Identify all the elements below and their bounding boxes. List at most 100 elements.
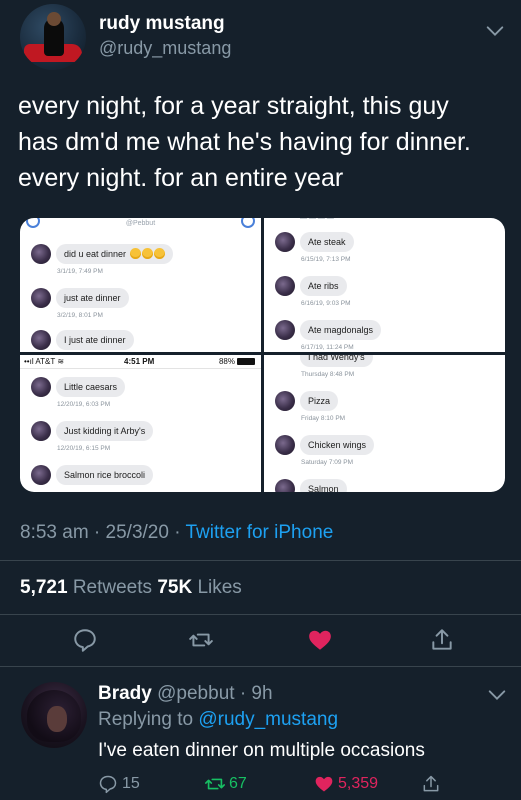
message-bubble: Chicken wings [300, 435, 375, 455]
chevron-down-icon[interactable] [484, 20, 506, 42]
sender-avatar [31, 465, 51, 485]
chat-message: Chicken wings [264, 435, 505, 457]
message-bubble: did u eat dinner [56, 244, 173, 264]
chat-message: Ate ribs [264, 276, 505, 298]
message-bubble: Little caesars [56, 377, 126, 397]
retweet-icon[interactable] [188, 627, 214, 653]
reply-retweet-count: 67 [229, 775, 247, 792]
author-handle[interactable]: @rudy_mustang [99, 38, 231, 59]
message-bubble: Ate steak [300, 232, 354, 252]
sender-avatar [275, 276, 295, 296]
message-time: Saturday 7:09 PM [301, 459, 354, 466]
screenshot-bottom-right[interactable]: I had Wendy's Thursday 8:48 PM Pizza Fri… [264, 355, 505, 492]
screenshot-top-right[interactable]: — — — — Ate steak 6/15/19, 7:13 PM Ate r… [264, 218, 505, 352]
message-time: 3/1/19, 7:49 PM [57, 268, 103, 275]
wifi-icon: ≋ [57, 357, 65, 366]
tweet-text-line: every night, for a year straight, this g… [18, 92, 449, 120]
chat-message: Ate steak [264, 232, 505, 254]
screenshot-bottom-left[interactable]: ••ıl AT&T ≋ 4:51 PM 88% Little caesars 1… [20, 355, 261, 492]
reply-author[interactable]: Brady @pebbut · 9h [98, 683, 273, 705]
sender-avatar [31, 330, 51, 350]
reply-like-count: 5,359 [338, 775, 379, 792]
message-bubble: Ate magdonalgs [300, 320, 382, 340]
battery-icon [237, 358, 255, 365]
message-time: Thursday 8:48 PM [301, 371, 355, 378]
tweet-text-line: has dm'd me what he's having for dinner. [18, 128, 471, 156]
chat-message: Ate magdonalgs [264, 320, 505, 342]
reply-reply-count: 15 [122, 775, 140, 792]
message-bubble: Pizza [300, 391, 339, 411]
message-bubble: I just ate dinner [56, 330, 134, 350]
chat-message: I just ate dinner [20, 330, 261, 352]
reply-share-button[interactable] [421, 772, 441, 796]
share-icon[interactable] [429, 627, 455, 653]
message-bubble: I had Wendy's [300, 355, 373, 367]
reply-icon [99, 775, 117, 794]
chevron-down-icon[interactable] [486, 684, 508, 706]
reply-author-name[interactable]: Brady [98, 683, 152, 704]
share-icon [423, 775, 439, 792]
carrier-label: ••ıl AT&T ≋ [24, 357, 65, 366]
author-avatar[interactable] [20, 4, 86, 70]
avatar-face [47, 706, 67, 732]
tweet-text: every night, for a year straight, this g… [18, 88, 513, 196]
chat-message: Just kidding it Arby's [20, 421, 261, 443]
sender-avatar [275, 391, 295, 411]
divider [0, 614, 521, 615]
reply-author-meta: @pebbut · 9h [151, 683, 273, 704]
chat-message: I had Wendy's [264, 355, 505, 369]
tweet-text-line: every night. for an entire year [18, 164, 344, 192]
media-collage[interactable]: @Pebbut did u eat dinner 3/1/19, 7:49 PM… [20, 218, 505, 492]
chat-message: Pizza [264, 391, 505, 413]
sender-avatar [275, 320, 295, 340]
tweet-stats[interactable]: 5,721 Retweets 75K Likes [20, 577, 242, 599]
message-bubble: Just kidding it Arby's [56, 421, 154, 441]
replying-to-handle[interactable]: @rudy_mustang [198, 709, 338, 730]
like-count[interactable]: 75K [157, 577, 192, 598]
emoji-icon [153, 248, 165, 259]
chat-message: Little caesars [20, 377, 261, 399]
message-time: 12/20/19, 6:03 PM [57, 401, 111, 408]
phone-status-bar: ••ıl AT&T ≋ 4:51 PM 88% [20, 355, 261, 369]
retweet-icon [205, 778, 225, 790]
likes-label: Likes [192, 577, 242, 598]
chat-message: Salmon [264, 479, 505, 492]
tweet-timestamp[interactable]: 8:53 am · 25/3/20 · Twitter for iPhone [20, 522, 333, 544]
status-clock: 4:51 PM [124, 357, 155, 366]
screenshot-top-left[interactable]: @Pebbut did u eat dinner 3/1/19, 7:49 PM… [20, 218, 261, 352]
divider [0, 666, 521, 667]
tweet-source[interactable]: Twitter for iPhone [185, 522, 333, 543]
reply-reply-button[interactable]: 15 [98, 772, 140, 796]
message-time: Friday 8:10 PM [301, 415, 346, 422]
sender-avatar [275, 479, 295, 492]
reply-like-button[interactable]: 5,359 [314, 772, 378, 796]
message-bubble: Salmon [300, 479, 347, 492]
reply-author-avatar[interactable] [21, 682, 87, 748]
message-time: 6/15/19, 7:13 PM [301, 256, 351, 263]
clipped-timestamp: — — — — [300, 218, 334, 222]
divider [0, 560, 521, 561]
message-bubble: Salmon rice broccoli [56, 465, 154, 485]
author-display-name[interactable]: rudy mustang [99, 13, 225, 35]
reply-text: I've eaten dinner on multiple occasions [98, 740, 425, 761]
battery-status: 88% [219, 357, 255, 366]
message-time: 12/20/19, 6:15 PM [57, 445, 111, 452]
replying-to: Replying to @rudy_mustang [98, 709, 339, 730]
chat-message: did u eat dinner [20, 244, 261, 266]
message-bubble: just ate dinner [56, 288, 129, 308]
retweet-count[interactable]: 5,721 [20, 577, 68, 598]
reply-icon[interactable] [72, 627, 98, 653]
heart-icon [315, 776, 333, 792]
emoji-icon [141, 248, 153, 259]
message-time: 3/2/19, 8:01 PM [57, 312, 103, 319]
chat-message: Salmon rice broccoli [20, 465, 261, 487]
sender-avatar [275, 232, 295, 252]
sender-avatar [31, 288, 51, 308]
message-bubble: Ate ribs [300, 276, 347, 296]
emoji-icon [129, 248, 141, 259]
heart-icon[interactable] [307, 627, 333, 653]
message-time: 6/16/19, 9:03 PM [301, 300, 351, 307]
chat-header: @Pebbut [125, 220, 156, 227]
retweets-label: Retweets [67, 577, 158, 598]
reply-retweet-button[interactable]: 67 [204, 772, 247, 796]
